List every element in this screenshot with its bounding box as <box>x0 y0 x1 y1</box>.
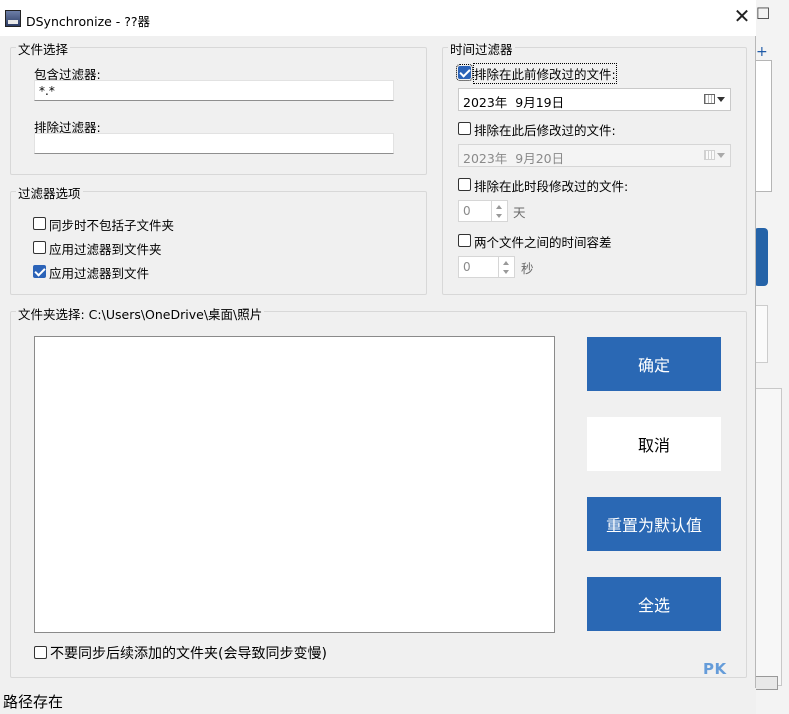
dropdown-arrow-icon <box>717 153 725 158</box>
filter-folders-checkbox[interactable] <box>33 241 46 254</box>
after-date-picker[interactable]: 2023年 9月20日 <box>458 144 731 167</box>
background-panel <box>754 60 772 192</box>
no-sync-new-folders-label: 不要同步后续添加的文件夹(会导致同步变慢) <box>50 646 327 662</box>
background-plus-icon: + <box>756 44 768 60</box>
background-panel <box>754 388 782 686</box>
background-scrollbar <box>754 676 778 690</box>
spin-up-icon[interactable] <box>503 261 509 265</box>
background-panel <box>754 305 768 363</box>
watermark: PK <box>703 660 727 678</box>
background-close-icon: ☐ <box>756 4 771 23</box>
status-bar: 路径存在 <box>0 688 756 714</box>
after-date-value: 2023年 9月20日 <box>463 151 565 166</box>
exclude-before-label: 排除在此前修改过的文件: <box>473 63 617 84</box>
exclude-filter-input[interactable] <box>34 133 394 154</box>
time-tolerance-label: 两个文件之间的时间容差 <box>474 235 612 250</box>
cancel-button[interactable]: 取消 <box>587 417 721 471</box>
exclude-after-checkbox[interactable] <box>458 122 471 135</box>
exclude-after-label: 排除在此后修改过的文件: <box>474 123 616 138</box>
before-date-picker[interactable]: 2023年 9月19日 <box>458 88 731 111</box>
exclude-subfolders-checkbox[interactable] <box>33 217 46 230</box>
select-all-button[interactable]: 全选 <box>587 577 721 631</box>
spin-up-icon[interactable] <box>496 205 502 209</box>
filter-options-legend: 过滤器选项 <box>16 183 83 202</box>
tolerance-spin-buttons[interactable] <box>498 257 514 277</box>
period-unit-label: 天 <box>513 205 526 220</box>
time-filter-legend: 时间过滤器 <box>448 39 515 58</box>
filter-files-checkbox[interactable] <box>33 265 46 278</box>
status-text: 路径存在 <box>3 693 64 711</box>
filter-folders-label: 应用过滤器到文件夹 <box>49 242 162 257</box>
folder-selection-legend: 文件夹选择: C:\Users\OneDrive\桌面\照片 <box>16 304 265 323</box>
dropdown-arrow-icon[interactable] <box>717 97 725 102</box>
folder-tree-list[interactable] <box>34 336 555 633</box>
app-icon <box>5 10 21 27</box>
reset-defaults-button[interactable]: 重置为默认值 <box>587 497 721 551</box>
background-button <box>754 228 768 286</box>
tolerance-seconds-value: 0 <box>463 260 471 274</box>
close-icon[interactable]: ✕ <box>733 6 751 26</box>
period-spin-buttons[interactable] <box>491 201 507 221</box>
filter-files-label: 应用过滤器到文件 <box>49 266 150 281</box>
include-filter-input[interactable]: *.* <box>34 80 394 101</box>
before-date-value: 2023年 9月19日 <box>463 95 565 110</box>
exclude-subfolders-label: 同步时不包括子文件夹 <box>49 218 175 233</box>
file-selection-legend: 文件选择 <box>16 39 71 58</box>
no-sync-new-folders-checkbox[interactable] <box>34 646 47 659</box>
spin-down-icon[interactable] <box>496 214 502 218</box>
calendar-icon[interactable] <box>704 94 715 104</box>
exclude-period-checkbox[interactable] <box>458 178 471 191</box>
exclude-before-checkbox[interactable] <box>456 64 473 81</box>
time-tolerance-checkbox[interactable] <box>458 234 471 247</box>
period-days-value: 0 <box>463 204 471 218</box>
ok-button[interactable]: 确定 <box>587 337 721 391</box>
tolerance-unit-label: 秒 <box>521 261 534 276</box>
calendar-icon <box>704 150 715 160</box>
spin-down-icon[interactable] <box>503 270 509 274</box>
exclude-period-label: 排除在此时段修改过的文件: <box>474 179 629 194</box>
window-title: DSynchronize - ??器 <box>26 14 151 29</box>
